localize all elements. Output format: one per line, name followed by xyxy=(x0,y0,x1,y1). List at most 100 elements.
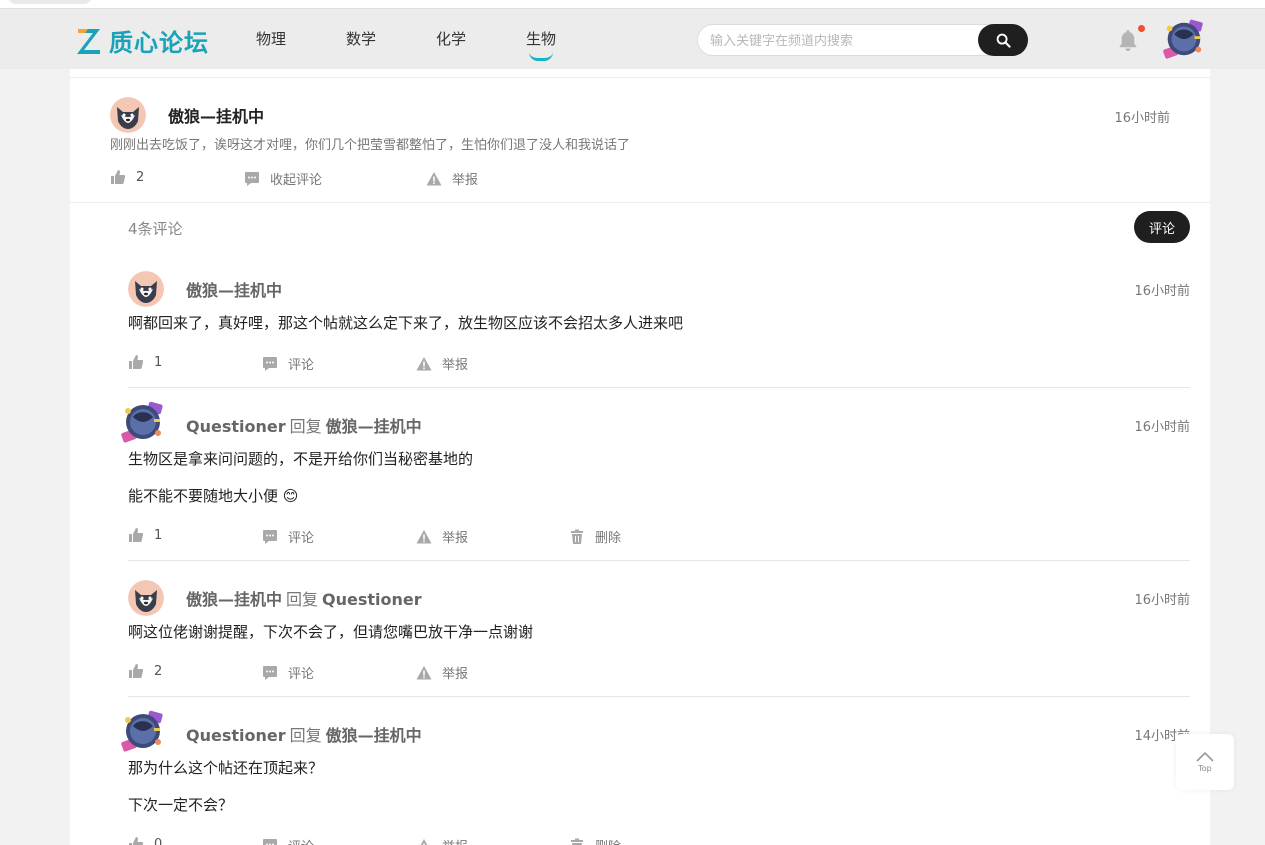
comment-icon xyxy=(262,838,278,845)
comment-text: 那为什么这个帖还在顶起来？ xyxy=(128,759,324,777)
post-like-count: 2 xyxy=(136,169,145,185)
comment-report-button[interactable]: 举报 xyxy=(416,354,468,373)
back-to-top-label: Top xyxy=(1198,764,1212,773)
post-like-button[interactable]: 2 xyxy=(110,169,144,185)
comment-reply-label: 评论 xyxy=(288,531,315,546)
comment-delete-button[interactable]: 删除 xyxy=(569,527,621,546)
bell-icon[interactable] xyxy=(1116,28,1140,52)
comment-text: 生物区是拿来问问题的，不是开给你们当秘密基地的 xyxy=(128,450,474,468)
post-time: 16小时前 xyxy=(1114,111,1170,126)
comment-like-count: 0 xyxy=(154,836,163,845)
comment-like-button[interactable]: 1 xyxy=(128,354,162,370)
comment-reply-label: 评论 xyxy=(288,836,314,845)
comment-author-name: 傲狼—挂机中 xyxy=(186,590,283,609)
comment-report-button[interactable]: 举报 xyxy=(416,836,468,845)
comment-author-name: 傲狼—挂机中 xyxy=(186,281,283,300)
trash-icon xyxy=(569,838,585,845)
comment-time: 16小时前 xyxy=(1134,420,1190,435)
comment-author[interactable]: 傲狼—挂机中 xyxy=(186,277,282,301)
collapse-comments-button[interactable]: 收起评论 xyxy=(244,169,322,188)
comment-report-label: 举报 xyxy=(442,358,469,373)
post-report-label: 举报 xyxy=(452,173,479,188)
post-author-name[interactable]: 傲狼—挂机中 xyxy=(168,103,264,127)
comment-icon xyxy=(244,171,260,187)
reply-to-name[interactable]: Questioner xyxy=(322,590,422,609)
comment-reply-label: 评论 xyxy=(288,358,315,373)
warning-icon xyxy=(416,529,432,545)
channel-search xyxy=(697,24,1028,56)
post-author-avatar[interactable] xyxy=(110,97,146,133)
nav-biology[interactable]: 生物 xyxy=(526,28,616,61)
nav-math[interactable]: 数学 xyxy=(346,28,436,49)
comment-like-count: 1 xyxy=(154,527,163,543)
notification-dot xyxy=(1138,25,1145,32)
write-comment-button[interactable]: 评论 xyxy=(1134,211,1190,243)
comment-reply-button[interactable]: 评论 xyxy=(262,663,314,682)
user-avatar[interactable] xyxy=(1160,16,1206,62)
comment-icon xyxy=(262,529,278,545)
site-logo[interactable]: 质心论坛 xyxy=(75,23,209,58)
comment-like-count: 1 xyxy=(154,354,163,370)
reply-word: 回复 xyxy=(286,590,319,609)
reply-word: 回复 xyxy=(289,726,322,745)
comment-text-line-2: 能不能不要随地大小便 😊 xyxy=(128,487,299,505)
search-button[interactable] xyxy=(978,24,1028,56)
reply-to-name[interactable]: 傲狼—挂机中 xyxy=(326,417,422,436)
comment-like-button[interactable]: 2 xyxy=(128,663,162,679)
nav-chemistry[interactable]: 化学 xyxy=(436,28,526,49)
comment-delete-button[interactable]: 删除 xyxy=(569,836,621,845)
logo-text: 质心论坛 xyxy=(109,29,209,57)
comment-text-line-2: 下次一定不会？ xyxy=(128,796,234,814)
warning-icon xyxy=(426,171,442,187)
thumbs-up-icon xyxy=(128,527,144,543)
comment-author[interactable]: 傲狼—挂机中 回复 Questioner xyxy=(186,586,422,610)
comment-report-label: 举报 xyxy=(442,667,469,682)
comment-delete-label: 删除 xyxy=(595,531,622,546)
comment-avatar[interactable] xyxy=(118,399,166,445)
main-nav: 物理 数学 化学 生物 xyxy=(256,28,616,61)
post-card: 傲狼—挂机中 16小时前 刚刚出去吃饭了，诶呀这才对哩，你们几个把莹雪都整怕了，… xyxy=(70,69,1210,845)
comment-count: 4条评论 xyxy=(128,220,183,238)
comment-like-count: 2 xyxy=(154,663,163,679)
post-report-button[interactable]: 举报 xyxy=(426,169,478,188)
site-header: 质心论坛 物理 数学 化学 生物 xyxy=(0,9,1265,69)
comment-avatar[interactable] xyxy=(118,708,166,754)
comment-report-label: 举报 xyxy=(442,836,468,845)
comment-author-name: Questioner xyxy=(186,417,286,436)
warning-icon xyxy=(416,838,432,845)
card-top-divider xyxy=(70,77,1210,78)
comment-like-button[interactable]: 0 xyxy=(128,836,162,845)
chevron-up-icon xyxy=(1196,751,1214,762)
nav-physics[interactable]: 物理 xyxy=(256,28,346,49)
comment-author[interactable]: Questioner 回复 傲狼—挂机中 xyxy=(186,413,422,437)
comment-reply-button[interactable]: 评论 xyxy=(262,354,314,373)
post-divider xyxy=(70,202,1210,203)
comment-reply-button[interactable]: 评论 xyxy=(262,527,314,546)
comment-avatar[interactable] xyxy=(128,580,164,616)
comment-like-button[interactable]: 1 xyxy=(128,527,162,543)
search-icon xyxy=(996,33,1011,48)
comment-author[interactable]: Questioner 回复 傲狼—挂机中 xyxy=(186,722,422,746)
trash-icon xyxy=(569,529,585,545)
reply-to-name[interactable]: 傲狼—挂机中 xyxy=(326,726,422,745)
thumbs-up-icon xyxy=(128,663,144,679)
browser-top-strip xyxy=(0,0,1265,9)
search-input[interactable] xyxy=(710,31,970,51)
comment-icon xyxy=(262,356,278,372)
comment-avatar[interactable] xyxy=(128,271,164,307)
comment-reply-button[interactable]: 评论 xyxy=(262,836,314,845)
comment-time: 16小时前 xyxy=(1134,593,1190,608)
browser-tab-stub[interactable] xyxy=(8,0,92,4)
warning-icon xyxy=(416,665,432,681)
reply-word: 回复 xyxy=(289,417,322,436)
comment-text: 啊这位佬谢谢提醒，下次不会了，但请您嘴巴放干净一点谢谢 xyxy=(128,623,534,641)
back-to-top-button[interactable]: Top xyxy=(1176,734,1234,790)
comment-time: 16小时前 xyxy=(1134,284,1190,299)
comment-report-label: 举报 xyxy=(442,531,469,546)
comment-reply-label: 评论 xyxy=(288,667,315,682)
comment-report-button[interactable]: 举报 xyxy=(416,527,468,546)
comment-report-button[interactable]: 举报 xyxy=(416,663,468,682)
comment-icon xyxy=(262,665,278,681)
thumbs-up-icon xyxy=(128,354,144,370)
comment-text: 啊都回来了，真好哩，那这个帖就这么定下来了，放生物区应该不会招太多人进来吧 xyxy=(128,314,684,332)
